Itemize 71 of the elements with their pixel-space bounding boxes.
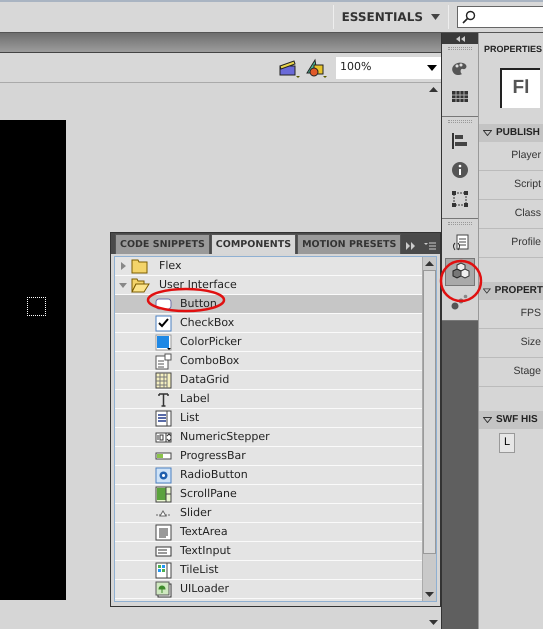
panel-tab[interactable]: CODE SNIPPETS xyxy=(115,234,210,254)
zoom-dropdown[interactable]: 100% xyxy=(336,56,441,78)
info-icon xyxy=(450,160,470,180)
align-icon xyxy=(450,131,470,151)
code-snippet-icon xyxy=(450,233,470,253)
component-item[interactable]: TextArea xyxy=(115,523,422,542)
component-item[interactable]: RadioButton xyxy=(115,466,422,485)
expand-triangle-icon xyxy=(483,130,492,136)
field-label: Player xyxy=(511,148,541,163)
selection-marquee xyxy=(27,297,46,316)
panel-title: PROPERTIES xyxy=(483,43,543,56)
scroll-down-icon xyxy=(425,592,434,597)
search-icon xyxy=(462,10,476,24)
component-item[interactable]: TextInput xyxy=(115,542,422,561)
checkbox-icon xyxy=(155,314,172,332)
color-swatch-icon xyxy=(155,334,172,350)
panel-tab[interactable]: MOTION PRESETS xyxy=(297,234,402,254)
open-folder-icon xyxy=(131,277,151,293)
expand-triangle-icon xyxy=(483,288,491,294)
field-label: Script xyxy=(514,176,541,192)
component-item[interactable]: ComboBox xyxy=(115,352,422,371)
dropdown-icon xyxy=(155,352,172,370)
expand-icon xyxy=(406,242,416,250)
field-label: Size xyxy=(520,334,541,350)
collapse-icon xyxy=(456,36,464,42)
component-item[interactable]: Slider xyxy=(115,504,422,523)
radio-button-icon xyxy=(155,466,172,484)
component-item[interactable]: NumericStepper xyxy=(115,428,422,447)
caret-icon xyxy=(431,14,440,20)
expanded-arrow-icon xyxy=(119,281,127,289)
search-field[interactable] xyxy=(457,6,543,28)
field-label: Stage xyxy=(514,364,541,379)
shapes-icon xyxy=(304,56,328,78)
history-button[interactable]: L xyxy=(499,432,516,452)
component-item[interactable]: TileList xyxy=(115,561,422,580)
tile-grid-icon xyxy=(155,562,172,578)
caret-icon xyxy=(427,64,437,70)
tree-folder[interactable]: Flex xyxy=(115,257,422,276)
component-item[interactable]: CheckBox xyxy=(115,314,422,333)
expand-triangle-icon xyxy=(483,416,492,422)
component-item[interactable]: DataGrid xyxy=(115,371,422,390)
component-item[interactable]: ProgressBar xyxy=(115,447,422,466)
component-item[interactable]: ScrollPane xyxy=(115,485,422,504)
component-item[interactable]: UILoader xyxy=(115,580,422,599)
scroll-up-icon xyxy=(425,261,434,266)
workspace-label[interactable]: ESSENTIALS xyxy=(342,8,423,26)
component-item[interactable]: Label xyxy=(115,390,422,409)
app-logo: Fl xyxy=(500,68,540,108)
annotation-circle xyxy=(438,258,484,304)
grid-icon xyxy=(155,372,172,388)
component-item[interactable]: List xyxy=(115,409,422,428)
image-loader-icon xyxy=(155,580,172,598)
section-header[interactable]: PUBLISH xyxy=(479,124,543,142)
section-header[interactable]: PROPERT xyxy=(479,282,543,300)
field-label: Class xyxy=(514,206,541,221)
scroll-thumb[interactable] xyxy=(423,270,436,554)
collapsed-arrow-icon xyxy=(119,262,127,270)
scroll-up-icon xyxy=(428,87,438,92)
list-icon xyxy=(155,410,172,426)
panel-tab[interactable]: COMPONENTS xyxy=(210,234,296,254)
scroll-pane-icon xyxy=(155,486,172,502)
component-item[interactable]: Button xyxy=(115,295,422,314)
button-component-icon xyxy=(155,296,172,312)
text-area-icon xyxy=(155,524,172,540)
field-label: FPS xyxy=(520,306,541,321)
section-header[interactable]: SWF HIS xyxy=(479,410,543,428)
scroll-down-icon xyxy=(428,620,438,625)
transform-icon xyxy=(450,189,470,209)
panel-menu-icon xyxy=(424,242,436,250)
component-item[interactable]: ColorPicker xyxy=(115,333,422,352)
field-label: Profile xyxy=(511,234,541,250)
